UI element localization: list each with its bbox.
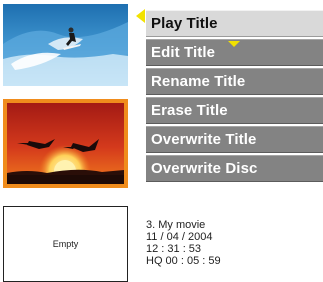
menu-item-label: Play Title bbox=[151, 15, 218, 32]
thumbnail-sunset-selected[interactable] bbox=[3, 99, 128, 188]
menu-item-overwrite-title[interactable]: Overwrite Title bbox=[146, 126, 323, 153]
menu-item-overwrite-disc[interactable]: Overwrite Disc bbox=[146, 155, 323, 182]
menu-item-erase-title[interactable]: Erase Title bbox=[146, 97, 323, 124]
scroll-down-arrow-icon bbox=[228, 41, 240, 47]
menu-item-play-title[interactable]: Play Title bbox=[146, 10, 323, 37]
surfer-image bbox=[3, 4, 128, 86]
menu-item-rename-title[interactable]: Rename Title bbox=[146, 68, 323, 95]
title-info: 3. My movie 11 / 04 / 2004 12 : 31 : 53 … bbox=[146, 219, 221, 267]
title-date: 11 / 04 / 2004 bbox=[146, 231, 213, 243]
title-name: 3. My movie bbox=[146, 219, 206, 231]
title-quality-duration: HQ 00 : 05 : 59 bbox=[146, 255, 221, 267]
menu-item-label: Rename Title bbox=[151, 73, 246, 90]
menu-item-label: Overwrite Disc bbox=[151, 160, 258, 177]
thumbnail-surfer[interactable] bbox=[3, 4, 128, 86]
empty-label: Empty bbox=[52, 239, 79, 249]
menu-item-label: Erase Title bbox=[151, 102, 228, 119]
selection-pointer-icon bbox=[136, 9, 145, 23]
title-time: 12 : 31 : 53 bbox=[146, 243, 202, 255]
sunset-birds-image bbox=[7, 103, 124, 184]
menu-item-label: Overwrite Title bbox=[151, 131, 257, 148]
thumbnail-empty[interactable]: Empty bbox=[3, 206, 128, 282]
title-menu: Play Title Edit Title Rename Title Erase… bbox=[146, 10, 323, 184]
menu-item-label: Edit Title bbox=[151, 44, 216, 61]
menu-item-edit-title[interactable]: Edit Title bbox=[146, 39, 323, 66]
